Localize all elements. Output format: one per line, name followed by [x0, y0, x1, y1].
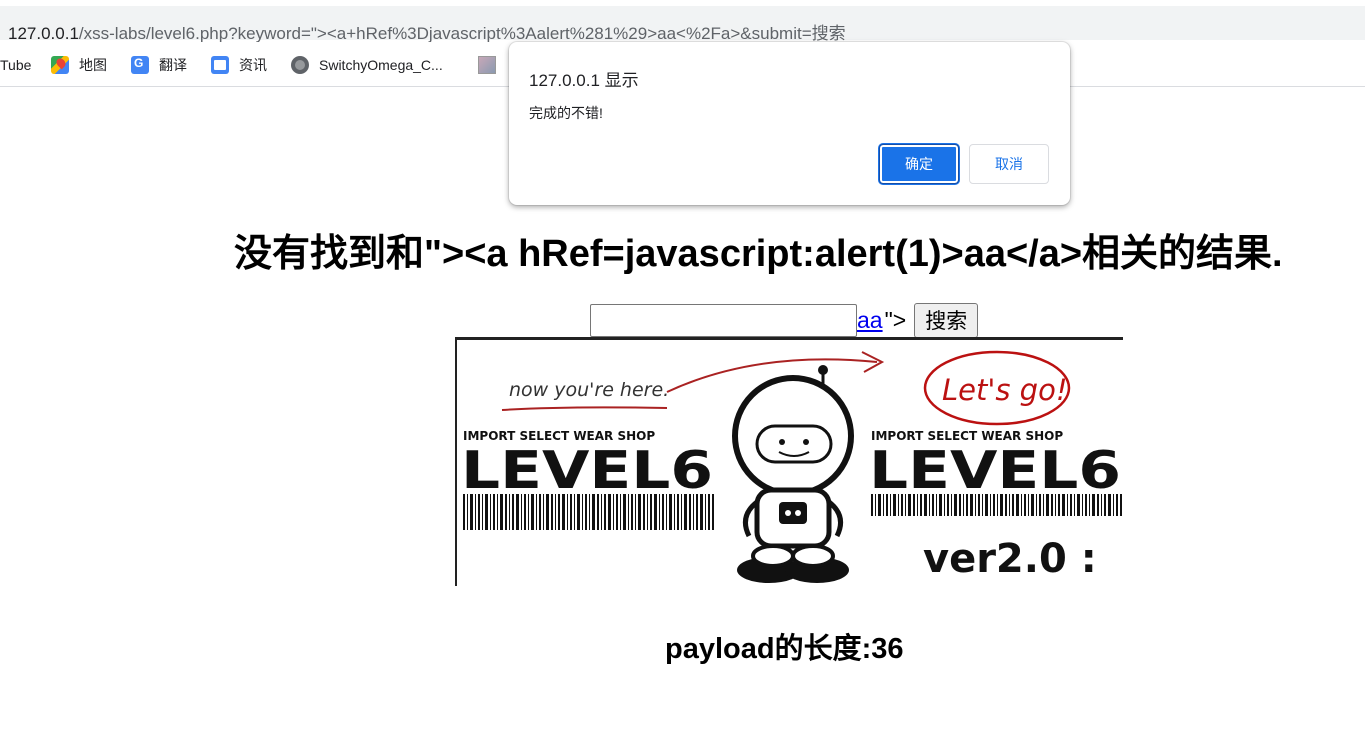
banner-illustration: now you're here. Let's go! IMPORT SELECT…: [461, 350, 1122, 583]
version-text: ver2.0 :: [923, 536, 1097, 582]
image-icon: [478, 56, 496, 74]
translate-icon: [131, 56, 149, 74]
robot-mascot: [732, 365, 854, 583]
keyword-input[interactable]: [590, 303, 857, 337]
level-text-right: LEVEL6: [869, 441, 1121, 501]
bookmark-label: 翻译: [159, 57, 187, 73]
globe-icon: [291, 56, 309, 74]
bookmark-news[interactable]: 资讯: [211, 54, 267, 76]
ok-button[interactable]: 确定: [879, 144, 959, 184]
payload-length: payload的长度:36: [665, 633, 904, 665]
level-banner-image: now you're here. Let's go! IMPORT SELECT…: [455, 337, 1123, 586]
url-text: 127.0.0.1/xss-labs/level6.php?keyword=">…: [8, 19, 846, 44]
maps-icon: [51, 56, 69, 74]
url-path: /xss-labs/level6.php?keyword="><a+hRef%3…: [78, 24, 846, 43]
bookmark-switchyomega[interactable]: SwitchyOmega_C...: [291, 54, 443, 76]
dialog-title: 127.0.0.1 显示: [529, 71, 639, 90]
bookmark-label: SwitchyOmega_C...: [319, 57, 443, 73]
injected-link[interactable]: aa: [857, 307, 883, 334]
address-bar: 127.0.0.1/xss-labs/level6.php?keyword=">…: [0, 0, 1365, 43]
url-host: 127.0.0.1: [8, 24, 79, 43]
url-field[interactable]: 127.0.0.1/xss-labs/level6.php?keyword=">…: [0, 6, 1365, 43]
bookmark-label: 资讯: [239, 57, 267, 73]
bookmark-image[interactable]: [478, 54, 506, 76]
bookmark-label: 地图: [79, 57, 107, 73]
bookmark-translate[interactable]: 翻译: [131, 54, 187, 76]
cancel-button[interactable]: 取消: [969, 144, 1049, 184]
bookmark-youtube[interactable]: Tube: [0, 54, 31, 76]
news-icon: [211, 56, 229, 74]
dialog-message: 完成的不错!: [529, 105, 603, 121]
underline-stroke: [501, 406, 668, 411]
banner-annotation: now you're here.: [509, 379, 669, 401]
bookmark-maps[interactable]: 地图: [51, 54, 107, 76]
page-heading: 没有找到和"><a hRef=javascript:alert(1)>aa</a…: [234, 233, 1283, 275]
callout-text: Let's go!: [942, 373, 1067, 407]
bookmark-label: Tube: [0, 57, 32, 73]
search-form: aa "> 搜索: [590, 302, 979, 338]
level-text-left: LEVEL6: [461, 441, 713, 501]
alert-dialog: 127.0.0.1 显示 完成的不错! 确定 取消: [509, 42, 1070, 205]
trailing-text: ">: [884, 306, 907, 333]
search-button[interactable]: 搜索: [914, 302, 979, 338]
